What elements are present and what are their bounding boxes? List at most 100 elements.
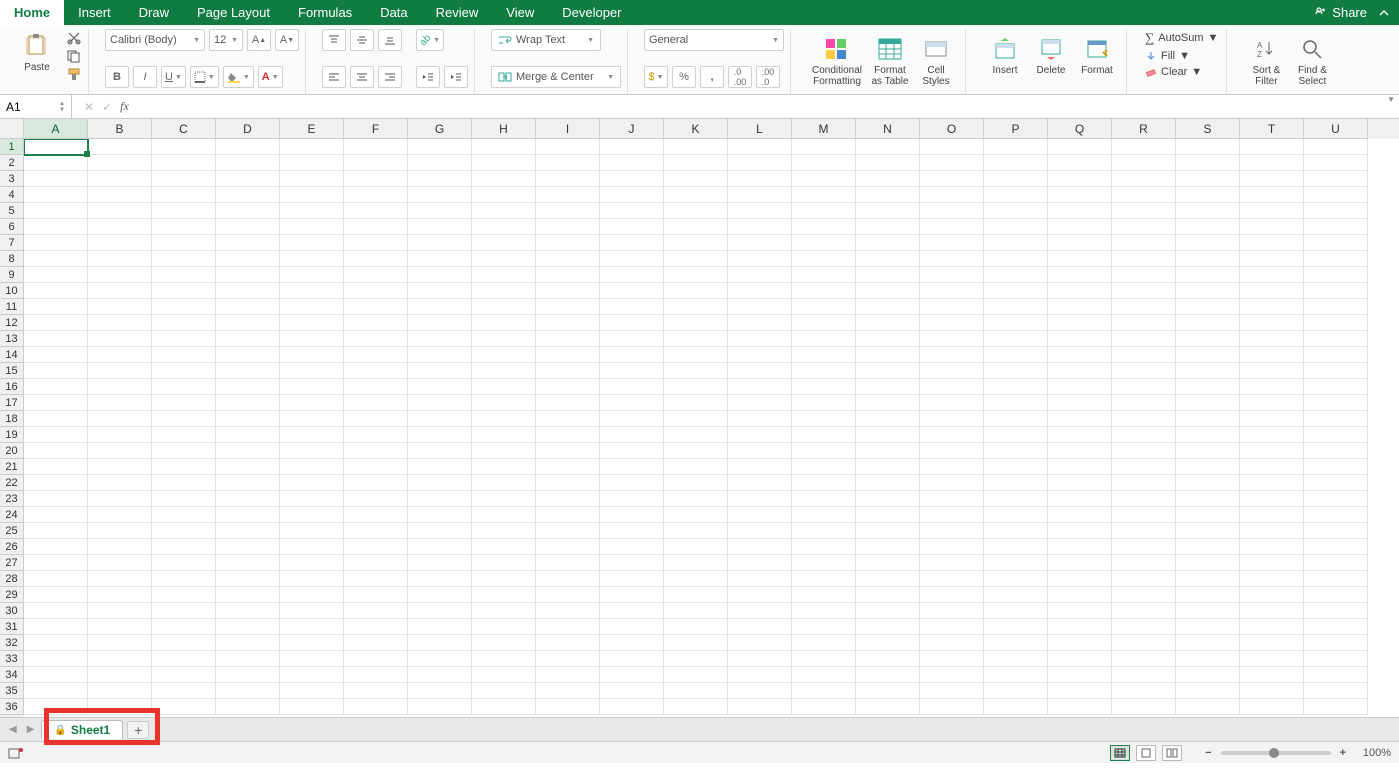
cell[interactable] [600, 667, 664, 683]
cell[interactable] [472, 155, 536, 171]
cell[interactable] [984, 635, 1048, 651]
cell[interactable] [344, 683, 408, 699]
cell[interactable] [1112, 219, 1176, 235]
cell[interactable] [216, 411, 280, 427]
cell[interactable] [472, 571, 536, 587]
cell[interactable] [728, 603, 792, 619]
cell[interactable] [1048, 395, 1112, 411]
cell[interactable] [600, 411, 664, 427]
cell[interactable] [152, 219, 216, 235]
cell[interactable] [600, 459, 664, 475]
cell[interactable] [1176, 635, 1240, 651]
cell[interactable] [1112, 267, 1176, 283]
cell[interactable] [728, 539, 792, 555]
cell[interactable] [280, 171, 344, 187]
cell[interactable] [216, 555, 280, 571]
cell[interactable] [600, 587, 664, 603]
cell[interactable] [24, 331, 88, 347]
cell[interactable] [600, 203, 664, 219]
cell[interactable] [984, 155, 1048, 171]
orientation-button[interactable]: ab▼ [416, 29, 444, 51]
cell[interactable] [1112, 491, 1176, 507]
cell[interactable] [664, 395, 728, 411]
cell[interactable] [984, 651, 1048, 667]
cell[interactable] [1048, 379, 1112, 395]
cell[interactable] [152, 651, 216, 667]
cell[interactable] [920, 347, 984, 363]
cell[interactable] [408, 571, 472, 587]
cell[interactable] [1304, 699, 1368, 715]
cell[interactable] [408, 331, 472, 347]
row-header[interactable]: 13 [0, 331, 24, 347]
cell[interactable] [920, 539, 984, 555]
row-header[interactable]: 23 [0, 491, 24, 507]
row-header[interactable]: 32 [0, 635, 24, 651]
cell[interactable] [408, 555, 472, 571]
cell[interactable] [24, 203, 88, 219]
cell[interactable] [152, 539, 216, 555]
cell[interactable] [600, 619, 664, 635]
cell[interactable] [216, 267, 280, 283]
cell[interactable] [1304, 379, 1368, 395]
cell[interactable] [856, 155, 920, 171]
cell[interactable] [280, 267, 344, 283]
cell[interactable] [664, 427, 728, 443]
cell[interactable] [1240, 219, 1304, 235]
row-header[interactable]: 8 [0, 251, 24, 267]
cell[interactable] [216, 139, 280, 155]
cell[interactable] [1112, 683, 1176, 699]
cell[interactable] [664, 347, 728, 363]
column-header[interactable]: H [472, 119, 536, 139]
cell[interactable] [1112, 187, 1176, 203]
cell[interactable] [920, 315, 984, 331]
cell[interactable] [536, 347, 600, 363]
cell[interactable] [24, 539, 88, 555]
cell[interactable] [728, 299, 792, 315]
cell[interactable] [1240, 299, 1304, 315]
cell[interactable] [1304, 283, 1368, 299]
view-normal-button[interactable] [1110, 745, 1130, 761]
cell[interactable] [24, 299, 88, 315]
name-box[interactable]: A1 ▲▼ [0, 95, 72, 118]
cell[interactable] [344, 411, 408, 427]
cell[interactable] [1048, 283, 1112, 299]
cell[interactable] [920, 139, 984, 155]
increase-indent-button[interactable] [444, 66, 468, 88]
cell[interactable] [1112, 155, 1176, 171]
cell[interactable] [792, 395, 856, 411]
cell[interactable] [280, 411, 344, 427]
comma-button[interactable]: , [700, 66, 724, 88]
cell[interactable] [728, 459, 792, 475]
share-button[interactable]: Share [1332, 5, 1367, 20]
cell[interactable] [88, 459, 152, 475]
cell[interactable] [280, 603, 344, 619]
cell[interactable] [600, 699, 664, 715]
cell[interactable] [664, 651, 728, 667]
cell[interactable] [792, 219, 856, 235]
cell[interactable] [24, 555, 88, 571]
cell[interactable] [536, 491, 600, 507]
delete-cells-button[interactable]: Delete [1028, 32, 1074, 76]
cell[interactable] [216, 235, 280, 251]
cell[interactable] [152, 699, 216, 715]
cell[interactable] [152, 571, 216, 587]
cell[interactable] [1048, 299, 1112, 315]
cell[interactable] [792, 587, 856, 603]
cell[interactable] [856, 171, 920, 187]
cell[interactable] [24, 267, 88, 283]
cell[interactable] [792, 443, 856, 459]
cell[interactable] [1112, 699, 1176, 715]
cell[interactable] [1304, 683, 1368, 699]
cell[interactable] [536, 299, 600, 315]
cell[interactable] [856, 523, 920, 539]
cell[interactable] [344, 699, 408, 715]
cell[interactable] [536, 203, 600, 219]
cell[interactable] [664, 299, 728, 315]
row-header[interactable]: 28 [0, 571, 24, 587]
cell[interactable] [24, 635, 88, 651]
cell[interactable] [856, 619, 920, 635]
number-format-select[interactable]: General▼ [644, 29, 784, 51]
row-header[interactable]: 4 [0, 187, 24, 203]
cell[interactable] [1304, 267, 1368, 283]
cell[interactable] [88, 427, 152, 443]
